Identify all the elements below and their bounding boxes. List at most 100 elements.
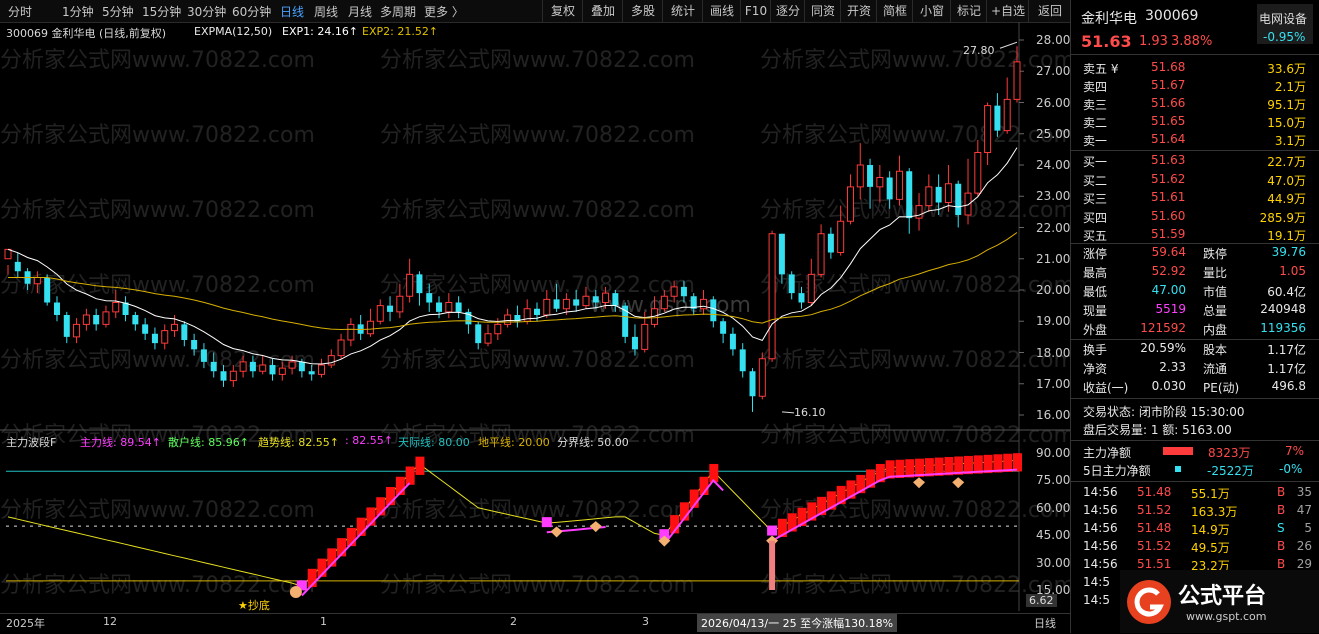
- fundamental-value: 1.17亿: [1267, 362, 1306, 376]
- overlay-button[interactable]: 叠加: [582, 0, 623, 22]
- candle-up: [73, 323, 81, 338]
- zhufen-button[interactable]: 逐分: [770, 0, 805, 22]
- candle-down: [220, 371, 227, 381]
- candle-down: [151, 333, 158, 344]
- price-change-pct: 3.88%: [1171, 34, 1213, 49]
- price-axis-tick: 20.00: [1036, 283, 1071, 297]
- candle-down: [63, 315, 70, 337]
- period-30min[interactable]: 30分钟: [187, 3, 226, 20]
- ask-volume: 33.6万: [1267, 62, 1306, 76]
- period-daily[interactable]: 日线: [280, 3, 304, 20]
- sanhu-value: 散户线: 85.96↑: [168, 436, 249, 449]
- fundamental-value: 1.17亿: [1267, 343, 1306, 357]
- tongzi-button[interactable]: 同资: [804, 0, 841, 22]
- kline-chart[interactable]: 分析家公式网www.70822.com 分析家公式网www.70822.com 分析…: [0, 22, 1070, 633]
- watermark-text: 分析家公式网www.70822.com: [760, 48, 1070, 73]
- candle-up: [641, 323, 649, 350]
- back-button[interactable]: 返回: [1028, 0, 1071, 22]
- bid-price: 51.62: [1151, 171, 1186, 186]
- candle-down: [710, 299, 717, 322]
- ask-price: 51.64: [1151, 132, 1186, 146]
- watermark-text: 分析家公式网www.70822.com: [760, 573, 1070, 598]
- fundamental-label: 流通: [1203, 362, 1228, 376]
- period-5min[interactable]: 5分钟: [102, 3, 134, 20]
- fundamental-row: 换手 20.59% 股本 1.17亿: [1071, 339, 1319, 358]
- candle-up: [33, 277, 41, 285]
- ask-volume: 2.1万: [1274, 80, 1306, 94]
- zhuli-bar: [1013, 453, 1022, 472]
- candle-down: [200, 349, 207, 362]
- candle-up: [112, 302, 120, 313]
- candle-up: [288, 361, 296, 369]
- price-axis-tick: 18.00: [1036, 345, 1071, 360]
- period-multi[interactable]: 多周期: [380, 3, 416, 20]
- fuquan-button[interactable]: 复权: [542, 0, 583, 22]
- watermark-text: 分析家公式网www.70822.com: [0, 348, 315, 373]
- candle-down: [533, 308, 540, 315]
- indicator-name: EXPMA(12,50): [194, 25, 273, 38]
- period-weekly[interactable]: 周线: [314, 3, 338, 20]
- kaizi-button[interactable]: 开资: [840, 0, 877, 22]
- tick-count: 26: [1296, 539, 1312, 553]
- candle-down: [298, 361, 305, 372]
- ask-price: 51.67: [1151, 78, 1186, 92]
- period-1min[interactable]: 1分钟: [62, 3, 94, 20]
- tick-time: 14:56: [1083, 503, 1118, 517]
- candle-up: [817, 233, 825, 275]
- tick-side: B: [1277, 557, 1286, 571]
- candle-down: [142, 324, 149, 334]
- draw-line-button[interactable]: 画线: [702, 0, 741, 22]
- candle-down: [553, 299, 560, 309]
- tick-volume: 14.9万: [1191, 523, 1230, 537]
- bid-volume: 22.7万: [1267, 155, 1306, 169]
- tick-row: 14:56 51.52 163.3万 B 47: [1071, 501, 1319, 520]
- candle-down: [416, 274, 423, 294]
- watermark-text: 分析家公式网www.70822.com: [760, 273, 1070, 298]
- category-box[interactable]: 电网设备 -0.95%: [1257, 4, 1313, 44]
- ask-price: 51.66: [1151, 96, 1186, 110]
- watermark-text: 分析家公式网www.70822.com: [380, 573, 695, 598]
- logo-url: www.gspt.com: [1186, 610, 1267, 623]
- period-monthly[interactable]: 月线: [348, 3, 372, 20]
- stat-row: 现量 5519 总量 240948: [1071, 300, 1319, 319]
- stat-label: 总量: [1203, 304, 1228, 318]
- period-fenshi[interactable]: 分时: [8, 3, 32, 20]
- flow1-label: 主力净额: [1083, 446, 1132, 460]
- flow1-value: 8323万: [1208, 446, 1251, 460]
- candle-down: [935, 186, 942, 203]
- f10-button[interactable]: F10: [740, 0, 771, 22]
- exp1-value: EXP1: 24.16↑: [282, 25, 359, 38]
- candle-down: [210, 361, 217, 372]
- period-15min[interactable]: 15分钟: [142, 3, 181, 20]
- signal-diamond: [913, 477, 926, 489]
- price-axis-tick: 19.00: [1036, 314, 1071, 329]
- candle-down: [729, 333, 736, 350]
- category-change: -0.95%: [1263, 30, 1306, 44]
- candle-up: [543, 298, 551, 316]
- candle-up: [278, 367, 286, 375]
- date-month-1: 1: [320, 615, 327, 628]
- period-more[interactable]: 更多 〉: [424, 3, 464, 20]
- price-axis-tick: 16.00: [1036, 408, 1071, 422]
- stats-button[interactable]: 统计: [662, 0, 703, 22]
- period-60min[interactable]: 60分钟: [232, 3, 271, 20]
- candle-down: [269, 365, 276, 375]
- stat-label: 最低: [1083, 285, 1108, 299]
- candle-up: [915, 205, 923, 219]
- jiankuang-button[interactable]: 简框: [876, 0, 913, 22]
- sub-axis-tick: 90.00: [1036, 446, 1071, 460]
- flow2-pct: -0%: [1279, 462, 1303, 476]
- candle-down: [827, 233, 834, 253]
- stat-label: 外盘: [1083, 323, 1108, 337]
- small-window-button[interactable]: 小窗: [912, 0, 951, 22]
- candle-up: [582, 295, 590, 307]
- candle-up: [1003, 98, 1011, 132]
- candle-up: [856, 164, 864, 188]
- bid-volume: 47.0万: [1267, 173, 1306, 188]
- tick-count: 29: [1296, 557, 1312, 571]
- mark-button[interactable]: 标记: [950, 0, 987, 22]
- add-favorite-button[interactable]: +自选: [986, 0, 1029, 22]
- multi-stock-button[interactable]: 多股: [622, 0, 663, 22]
- candle-up: [974, 152, 982, 194]
- tick-price: 51.48: [1137, 521, 1172, 535]
